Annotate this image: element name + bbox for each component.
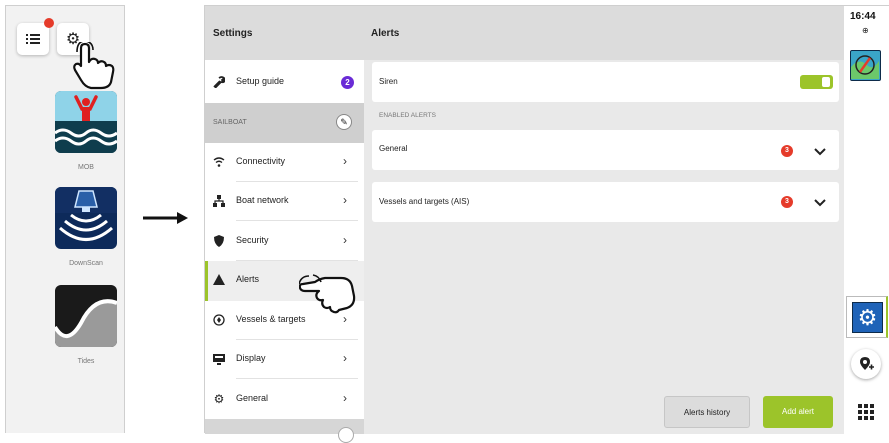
sidebar-item-label: Vessels & targets: [236, 314, 306, 324]
alerts-history-button[interactable]: Alerts history: [664, 396, 750, 428]
alert-group-label: Vessels and targets (AIS): [379, 197, 470, 206]
tap-hand-icon: [299, 274, 356, 314]
network-icon: [213, 195, 225, 207]
app-label: Tides: [77, 358, 95, 365]
alert-group-general[interactable]: General 3: [372, 130, 839, 170]
alerts-header: Alerts: [364, 6, 844, 60]
settings-screen: Settings Setup guide 2 SAILBOAT ✎ Connec…: [204, 5, 889, 443]
app-label: DownScan: [69, 260, 103, 267]
toggle-knob: [822, 77, 830, 87]
shield-icon: [213, 235, 225, 247]
app-downscan[interactable]: [55, 187, 117, 249]
wrench-icon: ✎: [340, 117, 348, 127]
alert-group-label: General: [379, 144, 408, 153]
add-alert-button[interactable]: Add alert: [763, 396, 833, 428]
previous-screen: ⚙ MOB DownScan Tides: [5, 5, 125, 433]
settings-header: Settings: [205, 6, 364, 60]
wrench-icon: [213, 76, 226, 89]
app-tides[interactable]: [55, 285, 117, 347]
chevron-right-icon: ›: [343, 193, 347, 207]
setup-guide-item[interactable]: Setup guide 2: [205, 63, 364, 102]
right-arrow-icon: [143, 212, 188, 224]
sidebar-item-label: General: [236, 393, 269, 403]
grid-icon: [858, 404, 874, 420]
chevron-down-icon[interactable]: [813, 147, 827, 157]
alert-triangle-icon: [213, 274, 225, 286]
add-waypoint-icon: [860, 357, 874, 370]
chart-app-button[interactable]: [850, 50, 881, 81]
alerts-title: Alerts: [371, 28, 400, 39]
chevron-right-icon: ›: [343, 351, 347, 365]
add-waypoint-button[interactable]: [851, 349, 881, 379]
list-icon: [26, 34, 40, 44]
chart-compass-icon: [851, 55, 879, 79]
downscan-sonar-icon: [55, 187, 117, 249]
apps-grid-button[interactable]: [857, 403, 875, 421]
sidebar-item-label: Boat network: [236, 195, 289, 205]
siren-row: Siren: [372, 62, 839, 102]
display-icon: [213, 353, 225, 365]
settings-title: Settings: [213, 28, 253, 39]
sidebar-item-connectivity[interactable]: Connectivity ›: [205, 143, 364, 182]
right-sidebar: 16:44 ⊕ ⚙: [844, 6, 889, 434]
alert-group-vessels-targets[interactable]: Vessels and targets (AIS) 3: [372, 182, 839, 222]
setup-guide-label: Setup guide: [236, 76, 285, 86]
vessel-target-icon: [213, 314, 225, 326]
more-section: [205, 419, 364, 443]
gear-icon: ⚙: [213, 392, 225, 406]
settings-app-button[interactable]: ⚙: [846, 296, 888, 338]
list-button[interactable]: [17, 18, 54, 55]
enabled-alerts-header: ENABLED ALERTS: [379, 112, 436, 119]
tide-wave-icon: [55, 285, 117, 347]
edit-boat-button[interactable]: ✎: [336, 114, 352, 130]
notification-dot: [44, 18, 54, 28]
settings-menu: Settings Setup guide 2 SAILBOAT ✎ Connec…: [205, 6, 364, 443]
sidebar-item-boat-network[interactable]: Boat network ›: [205, 182, 364, 221]
more-button[interactable]: [338, 427, 354, 443]
chevron-right-icon: ›: [343, 233, 347, 247]
alert-count-badge: 3: [781, 196, 793, 208]
alert-count-badge: 3: [781, 145, 793, 157]
wifi-icon: [213, 156, 225, 168]
clock: 16:44: [850, 11, 876, 22]
man-overboard-icon: [55, 91, 117, 153]
chevron-down-icon[interactable]: [813, 198, 827, 208]
section-header: SAILBOAT ✎: [205, 103, 364, 143]
tap-hand-icon: [73, 42, 115, 90]
app-label: MOB: [78, 164, 94, 171]
sidebar-item-general[interactable]: ⚙ General ›: [205, 380, 364, 419]
siren-toggle[interactable]: [800, 75, 833, 89]
sidebar-item-security[interactable]: Security ›: [205, 222, 364, 261]
sidebar-item-label: Alerts: [236, 274, 260, 284]
sidebar-item-label: Security: [236, 235, 269, 245]
gear-icon: ⚙: [857, 304, 878, 330]
sidebar-item-label: Connectivity: [236, 156, 286, 166]
chevron-right-icon: ›: [343, 154, 347, 168]
chevron-right-icon: ›: [343, 391, 347, 405]
setup-guide-badge: 2: [341, 76, 354, 89]
boat-name: SAILBOAT: [213, 119, 247, 126]
selected-indicator: [205, 261, 208, 301]
gps-status-icon: ⊕: [862, 26, 869, 35]
app-mob[interactable]: [55, 91, 117, 153]
alerts-pane: Alerts Siren ENABLED ALERTS General 3 Ve…: [364, 6, 844, 434]
siren-label: Siren: [379, 77, 398, 86]
sidebar-item-display[interactable]: Display ›: [205, 340, 364, 379]
sidebar-item-label: Display: [236, 353, 266, 363]
